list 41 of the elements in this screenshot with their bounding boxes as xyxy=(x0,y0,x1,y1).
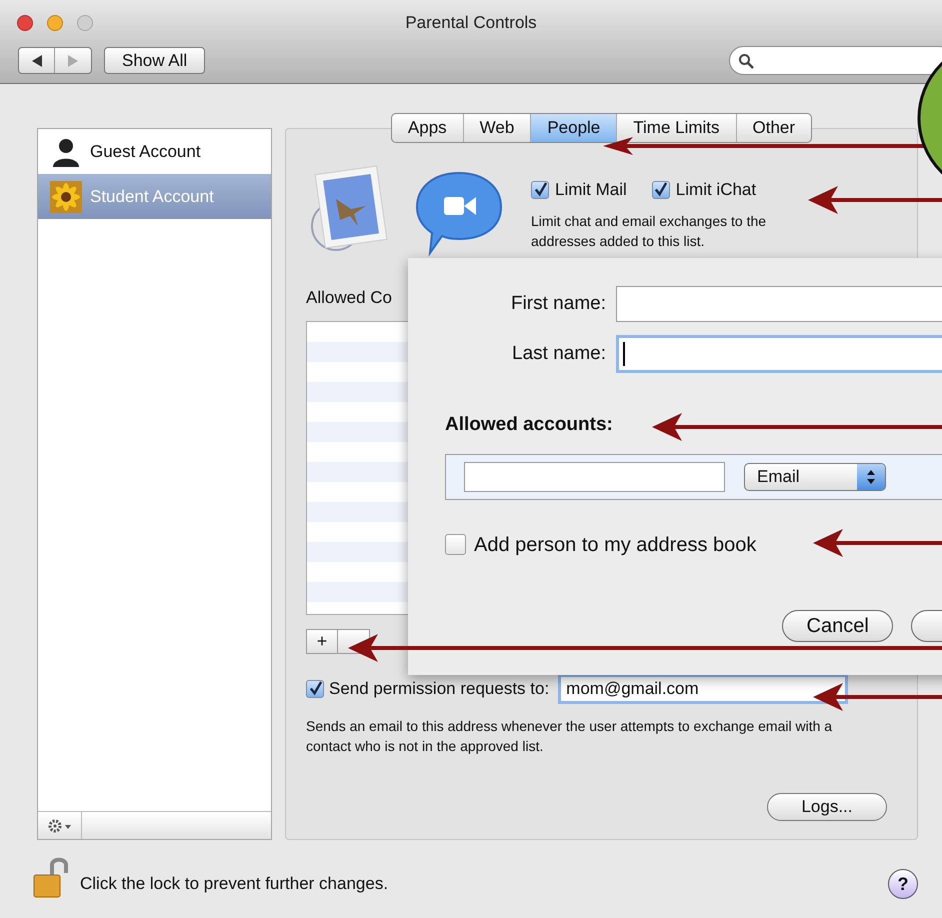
checkbox[interactable] xyxy=(445,534,466,555)
text-cursor xyxy=(623,342,625,366)
show-all-button[interactable]: Show All xyxy=(104,47,206,74)
account-name: Guest Account xyxy=(90,140,201,163)
section-heading: Allowed accounts: xyxy=(445,413,613,437)
limit-description: Limit chat and email exchanges to the addresses added to this list. xyxy=(531,212,768,250)
logs-button[interactable]: Logs... xyxy=(767,792,887,820)
list-label: Allowed Co xyxy=(306,287,392,309)
checkbox[interactable] xyxy=(306,680,324,698)
checkbox-label: Send permission requests to: xyxy=(329,678,550,700)
search-icon xyxy=(738,52,754,68)
checkbox-label: Limit Mail xyxy=(555,179,627,201)
tab[interactable]: Apps xyxy=(392,114,463,142)
checkbox[interactable] xyxy=(531,180,549,199)
up-down-arrows-icon xyxy=(866,468,876,484)
help-button[interactable]: ? xyxy=(888,869,918,899)
account-name: Student Account xyxy=(90,186,214,208)
account-field[interactable] xyxy=(464,462,725,492)
email-field[interactable]: mom@gmail.com xyxy=(558,674,848,704)
field-label: Last name: xyxy=(511,342,606,366)
video-chat-bubble-icon xyxy=(414,169,504,257)
account-type-popup[interactable]: Email xyxy=(744,462,886,490)
checkbox-label: Add person to my address book xyxy=(474,532,756,558)
cancel-button[interactable]: Cancel xyxy=(782,610,894,642)
first-name-field[interactable] xyxy=(616,286,942,322)
flower-icon xyxy=(50,180,82,212)
search-field[interactable] xyxy=(729,46,942,75)
last-name-field[interactable] xyxy=(616,335,942,373)
gear-icon xyxy=(48,818,72,832)
add-button[interactable]: + xyxy=(306,628,338,654)
field-label: First name: xyxy=(510,292,606,316)
close-button[interactable] xyxy=(17,15,33,31)
tab[interactable]: People xyxy=(530,114,616,142)
back-arrow-icon xyxy=(32,54,42,66)
checkbox[interactable] xyxy=(652,180,670,199)
forward-arrow-icon xyxy=(68,54,78,66)
window-title: Parental Controls xyxy=(405,12,537,34)
permission-description: Sends an email to this address whenever the user attempts to exchange email with a contact who is not in the approved list. xyxy=(306,716,834,756)
account-item[interactable]: Guest Account xyxy=(38,129,271,174)
checkbox-label: Limit iChat xyxy=(676,179,756,201)
lock-message: Click the lock to prevent further changes. xyxy=(80,873,388,896)
